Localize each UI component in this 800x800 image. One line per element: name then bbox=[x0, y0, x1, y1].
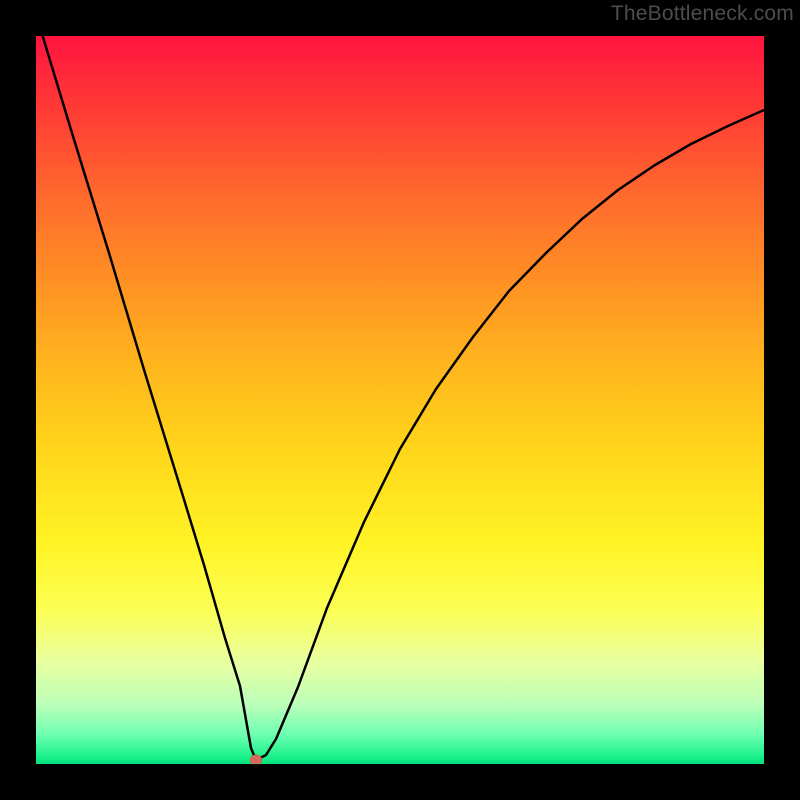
chart-frame: TheBottleneck.com bbox=[0, 0, 800, 800]
curve-layer bbox=[36, 36, 764, 764]
plot-area bbox=[36, 36, 764, 764]
min-marker-icon bbox=[250, 755, 262, 764]
watermark-text: TheBottleneck.com bbox=[611, 2, 794, 26]
bottleneck-curve bbox=[36, 36, 764, 760]
